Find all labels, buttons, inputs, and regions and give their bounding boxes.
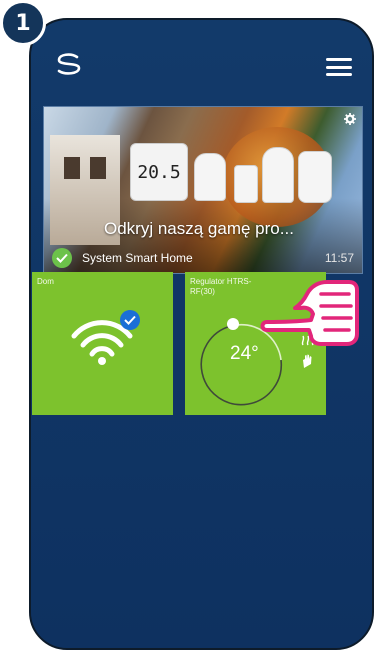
check-circle-icon xyxy=(52,248,72,268)
tile-dom[interactable]: Dom xyxy=(32,272,173,415)
promo-banner[interactable]: 20.5 Odkryj naszą gamę pro... System Sma… xyxy=(43,106,363,274)
motion-sensor-image xyxy=(298,151,332,203)
pointing-hand-icon xyxy=(260,280,359,346)
system-status-label: System Smart Home xyxy=(82,251,193,265)
tile-name: Dom xyxy=(37,277,54,286)
gear-icon[interactable] xyxy=(344,113,356,125)
hand-manual-icon xyxy=(303,354,312,368)
banner-title: Odkryj naszą gamę pro... xyxy=(104,219,294,238)
gateway-device-image xyxy=(262,147,294,203)
tile-name: Regulator HTRS-RF(30) xyxy=(190,277,252,296)
status-time: 11:57 xyxy=(324,251,354,265)
check-badge-icon xyxy=(120,310,140,330)
sensor-device-image xyxy=(194,153,226,201)
banner-status-bar: System Smart Home 11:57 xyxy=(44,243,362,273)
step-number-badge: 1 xyxy=(0,0,46,46)
syncro-logo-icon[interactable] xyxy=(53,52,85,76)
plug-device-image xyxy=(234,165,258,203)
thermostat-device-image: 20.5 xyxy=(130,143,188,201)
app-header xyxy=(31,20,372,100)
hamburger-menu-icon[interactable] xyxy=(326,58,352,76)
